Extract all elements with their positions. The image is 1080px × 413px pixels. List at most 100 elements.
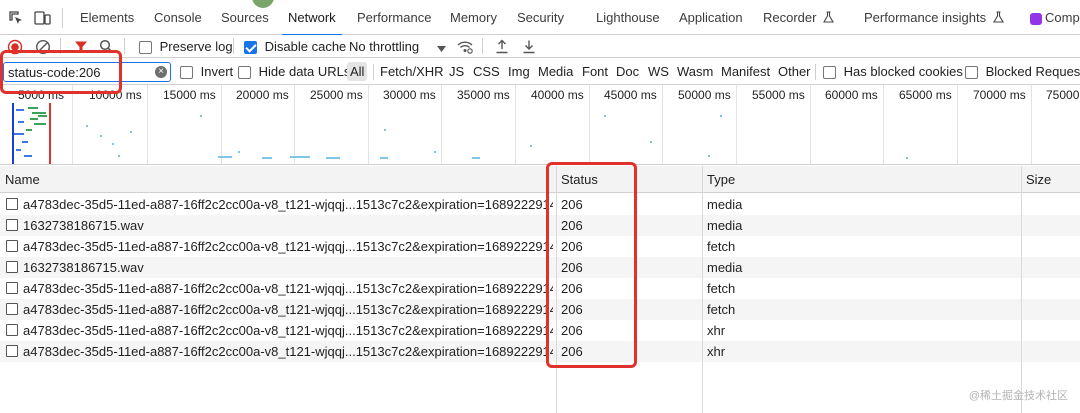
request-name: 1632738186715.wav (23, 218, 144, 233)
filter-input-box[interactable]: × (3, 62, 171, 82)
tab-components[interactable]: Comp (1030, 0, 1080, 35)
request-name: a4783dec-35d5-11ed-a887-16ff2c2cc00a-v8_… (23, 344, 553, 359)
table-row[interactable]: a4783dec-35d5-11ed-a887-16ff2c2cc00a-v8_… (0, 320, 1080, 341)
disable-cache-box[interactable] (244, 41, 257, 55)
row-checkbox[interactable] (6, 240, 18, 252)
blocked-requests-box[interactable] (965, 66, 978, 80)
request-status: 206 (561, 218, 583, 233)
clear-filter-icon[interactable]: × (155, 66, 167, 78)
tab-console[interactable]: Console (154, 0, 202, 35)
blocked-requests-label: Blocked Requests (985, 64, 1080, 79)
record-icon[interactable] (5, 37, 24, 56)
inspect-element-icon[interactable] (6, 8, 26, 28)
request-type: media (707, 197, 743, 212)
network-overview[interactable]: 5000 ms 10000 ms 15000 ms 20000 ms 25000… (0, 85, 1080, 165)
blocked-cookies-label: Has blocked cookies (843, 64, 963, 79)
table-row[interactable]: a4783dec-35d5-11ed-a887-16ff2c2cc00a-v8_… (0, 278, 1080, 299)
row-checkbox[interactable] (6, 198, 18, 210)
invert-checkbox[interactable]: Invert (180, 60, 233, 83)
tab-security[interactable]: Security (517, 0, 564, 35)
tab-memory[interactable]: Memory (450, 0, 497, 35)
column-header-type[interactable]: Type (702, 166, 735, 193)
tab-sources[interactable]: Sources (221, 0, 269, 35)
filter-input[interactable] (8, 64, 150, 80)
tab-performance[interactable]: Performance (357, 0, 431, 35)
column-header-name[interactable]: Name (0, 166, 40, 193)
tab-recorder[interactable]: Recorder (763, 0, 835, 35)
disable-cache-checkbox[interactable]: Disable cache (244, 35, 346, 58)
search-icon[interactable] (97, 37, 116, 56)
blocked-cookies-box[interactable] (823, 66, 836, 80)
filter-type-js[interactable]: JS (449, 58, 464, 85)
table-row[interactable]: a4783dec-35d5-11ed-a887-16ff2c2cc00a-v8_… (0, 299, 1080, 320)
network-toolbar: Preserve log Disable cache No throttling (0, 35, 1080, 58)
table-row[interactable]: a4783dec-35d5-11ed-a887-16ff2c2cc00a-v8_… (0, 194, 1080, 215)
hide-data-urls-label: Hide data URLs (258, 64, 351, 79)
filter-type-doc[interactable]: Doc (616, 58, 639, 85)
hide-data-urls-checkbox[interactable]: Hide data URLs (238, 60, 350, 83)
filter-type-img[interactable]: Img (508, 58, 530, 85)
export-har-icon[interactable] (519, 37, 538, 56)
invert-label: Invert (200, 64, 234, 79)
row-checkbox[interactable] (6, 261, 18, 273)
request-status: 206 (561, 302, 583, 317)
table-row[interactable]: a4783dec-35d5-11ed-a887-16ff2c2cc00a-v8_… (0, 236, 1080, 257)
import-har-icon[interactable] (492, 37, 511, 56)
filter-bar: × Invert Hide data URLs All Fetch/XHR JS… (0, 58, 1080, 85)
watermark: @稀土掘金技术社区 (968, 390, 1068, 402)
tab-network[interactable]: Network (282, 0, 342, 36)
filter-type-ws[interactable]: WS (648, 58, 669, 85)
throttling-select[interactable]: No throttling (349, 35, 446, 58)
filter-type-all[interactable]: All (347, 62, 368, 81)
row-checkbox[interactable] (6, 324, 18, 336)
request-type: xhr (707, 344, 726, 359)
request-type: fetch (707, 302, 736, 317)
column-header-status[interactable]: Status (556, 166, 598, 193)
request-name: a4783dec-35d5-11ed-a887-16ff2c2cc00a-v8_… (23, 323, 553, 338)
filter-type-manifest[interactable]: Manifest (721, 58, 770, 85)
filter-type-other[interactable]: Other (778, 58, 811, 85)
column-divider[interactable] (556, 166, 557, 413)
table-header: Name Status Type Size (0, 166, 1080, 193)
request-type: fetch (707, 239, 736, 254)
table-row[interactable]: 1632738186715.wav 206 media (0, 215, 1080, 236)
preserve-log-box[interactable] (139, 41, 152, 55)
device-toolbar-icon[interactable] (33, 8, 53, 28)
tab-performance-insights[interactable]: Performance insights (864, 0, 1004, 35)
tab-application[interactable]: Application (679, 0, 743, 35)
preserve-log-checkbox[interactable]: Preserve log (139, 35, 233, 58)
flask-icon (992, 1, 1004, 37)
row-checkbox[interactable] (6, 282, 18, 294)
request-status: 206 (561, 239, 583, 254)
clear-icon[interactable] (33, 37, 52, 56)
request-status: 206 (561, 260, 583, 275)
filter-type-font[interactable]: Font (582, 58, 608, 85)
tab-elements[interactable]: Elements (80, 0, 134, 35)
table-row[interactable]: 1632738186715.wav 206 media (0, 257, 1080, 278)
row-checkbox[interactable] (6, 345, 18, 357)
request-status: 206 (561, 197, 583, 212)
hide-data-urls-box[interactable] (238, 66, 251, 80)
row-checkbox[interactable] (6, 303, 18, 315)
column-header-size[interactable]: Size (1021, 166, 1051, 193)
blocked-requests-checkbox[interactable]: Blocked Requests (965, 60, 1080, 83)
column-divider[interactable] (702, 166, 703, 413)
table-row[interactable]: a4783dec-35d5-11ed-a887-16ff2c2cc00a-v8_… (0, 341, 1080, 362)
network-conditions-icon[interactable] (455, 37, 474, 56)
dropdown-arrow-icon (436, 36, 446, 59)
tab-performance-insights-label: Performance insights (864, 10, 987, 25)
filter-icon[interactable] (71, 37, 90, 56)
filter-type-wasm[interactable]: Wasm (677, 58, 713, 85)
row-checkbox[interactable] (6, 219, 18, 231)
filter-type-css[interactable]: CSS (473, 58, 500, 85)
invert-box[interactable] (180, 66, 193, 80)
blocked-cookies-checkbox[interactable]: Has blocked cookies (823, 60, 963, 83)
column-divider[interactable] (1021, 166, 1022, 413)
request-name: a4783dec-35d5-11ed-a887-16ff2c2cc00a-v8_… (23, 197, 553, 212)
throttling-value: No throttling (349, 39, 420, 54)
filter-type-fetch-xhr[interactable]: Fetch/XHR (380, 58, 444, 85)
filter-type-media[interactable]: Media (538, 58, 573, 85)
request-name: 1632738186715.wav (23, 260, 144, 275)
request-name: a4783dec-35d5-11ed-a887-16ff2c2cc00a-v8_… (23, 239, 553, 254)
tab-lighthouse[interactable]: Lighthouse (596, 0, 660, 35)
